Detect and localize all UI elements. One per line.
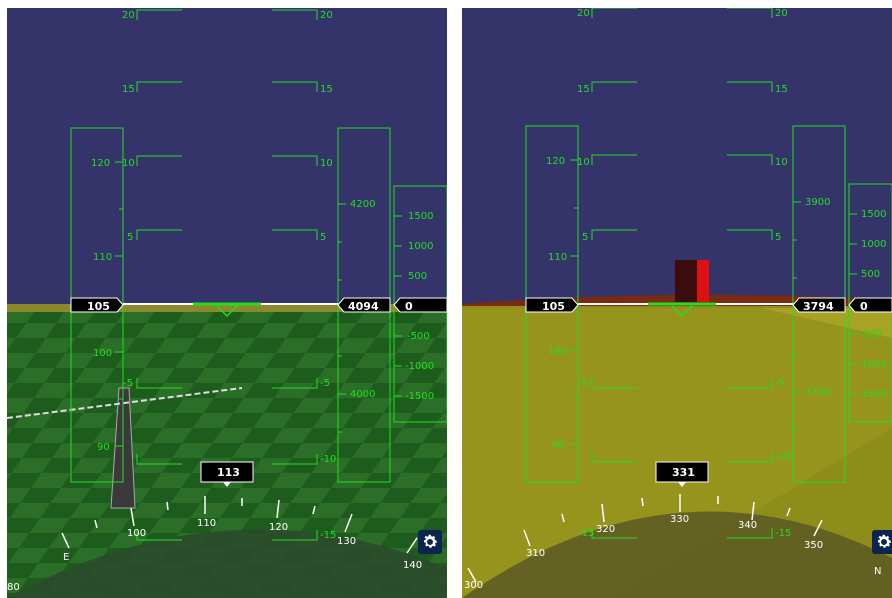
- pitch-label: -5: [123, 378, 133, 389]
- speed-readout: 105: [542, 300, 565, 313]
- pitch-label: 20: [577, 8, 590, 19]
- hud-panel-left: 20 20 15 15 10 10 5 5 -5 -5 -10 -15 120 …: [7, 8, 447, 598]
- hud-panel-right: 20 20 15 15 10 10 5 5 -5 -5 -10 -15 -15 …: [462, 8, 892, 598]
- vsi-readout: 0: [860, 300, 868, 313]
- pitch-label: -5: [578, 378, 588, 389]
- pitch-label: 5: [775, 232, 781, 243]
- compass-label: 130: [337, 536, 356, 547]
- altitude-readout: 4094: [348, 300, 379, 313]
- pitch-label: -5: [775, 378, 785, 389]
- pitch-label: -15: [320, 530, 336, 541]
- speed-tick-label: 90: [552, 440, 565, 451]
- compass-label: 140: [403, 560, 422, 571]
- pitch-label: -10: [775, 452, 791, 463]
- hud-view-left: 20 20 15 15 10 10 5 5 -5 -5 -10 -15 120 …: [7, 8, 447, 598]
- speed-tick-label: 100: [93, 348, 112, 359]
- vsi-tick-label: -1500: [858, 389, 887, 400]
- pitch-label: 15: [320, 84, 333, 95]
- vsi-tick-label: -500: [859, 329, 882, 340]
- compass-label: N: [874, 566, 881, 577]
- pitch-label: 10: [122, 158, 135, 169]
- compass-label: 350: [804, 540, 823, 551]
- compass-label: 110: [197, 518, 216, 529]
- vsi-tick-label: -1000: [858, 359, 887, 370]
- altitude-tick-label: 3700: [805, 387, 830, 398]
- sky: [7, 8, 447, 308]
- pitch-label: -10: [320, 454, 336, 465]
- altitude-readout: 3794: [803, 300, 834, 313]
- pitch-label: 10: [320, 158, 333, 169]
- speed-tick-label: 110: [93, 252, 112, 263]
- gear-icon: [878, 534, 892, 548]
- settings-button[interactable]: [872, 530, 892, 554]
- pitch-label: -15: [775, 528, 791, 539]
- gear-icon: [424, 534, 438, 548]
- pitch-label: 20: [320, 10, 333, 21]
- vsi-readout-box: [848, 297, 892, 313]
- vsi-readout-box: [393, 297, 447, 313]
- hud-view-right: 20 20 15 15 10 10 5 5 -5 -5 -10 -15 -15 …: [462, 8, 892, 598]
- vsi-tick-label: -500: [407, 331, 430, 342]
- heading-readout: 331: [672, 466, 695, 479]
- speed-tick-label: 90: [97, 442, 110, 453]
- heading-readout: 113: [217, 466, 240, 479]
- vsi-tick-label: -1500: [405, 391, 434, 402]
- speed-tick-label: 100: [548, 346, 567, 357]
- pitch-label: 5: [320, 232, 326, 243]
- altitude-tick-label: 4200: [350, 199, 375, 210]
- vsi-tick-label: 1500: [408, 211, 433, 222]
- compass-label: 80: [7, 582, 20, 593]
- pitch-label: 20: [122, 10, 135, 21]
- building: [675, 260, 697, 302]
- vsi-tick-label: 1000: [408, 241, 433, 252]
- speed-tick-label: 120: [91, 158, 110, 169]
- compass-label: 310: [526, 548, 545, 559]
- speed-tick-label: 110: [548, 252, 567, 263]
- pitch-label: 10: [775, 157, 788, 168]
- pitch-label: 15: [122, 84, 135, 95]
- compass-label: 320: [596, 524, 615, 535]
- vsi-readout: 0: [405, 300, 413, 313]
- vsi-tick-label: 1500: [861, 209, 886, 220]
- compass-label: 330: [670, 514, 689, 525]
- compass-label: 100: [127, 528, 146, 539]
- pitch-label: 20: [775, 8, 788, 19]
- compass-label: 340: [738, 520, 757, 531]
- compass-label: 300: [464, 580, 483, 591]
- pitch-label: -15: [578, 528, 594, 539]
- vsi-tick-label: 500: [408, 271, 427, 282]
- altitude-tick-label: 3900: [805, 197, 830, 208]
- pitch-label: 5: [127, 232, 133, 243]
- vsi-tick-label: 500: [861, 269, 880, 280]
- pitch-label: 10: [577, 157, 590, 168]
- pitch-label: -5: [320, 378, 330, 389]
- building-side: [697, 260, 709, 302]
- speed-readout: 105: [87, 300, 110, 313]
- vsi-tick-label: -1000: [405, 361, 434, 372]
- speed-tick-label: 120: [546, 156, 565, 167]
- compass-label: 120: [269, 522, 288, 533]
- pitch-label: 15: [775, 84, 788, 95]
- settings-button[interactable]: [418, 530, 442, 554]
- altitude-tick-label: 4000: [350, 389, 375, 400]
- compass-label: E: [63, 552, 69, 563]
- vsi-tick-label: 1000: [861, 239, 886, 250]
- pitch-label: 15: [577, 84, 590, 95]
- pitch-label: 5: [582, 232, 588, 243]
